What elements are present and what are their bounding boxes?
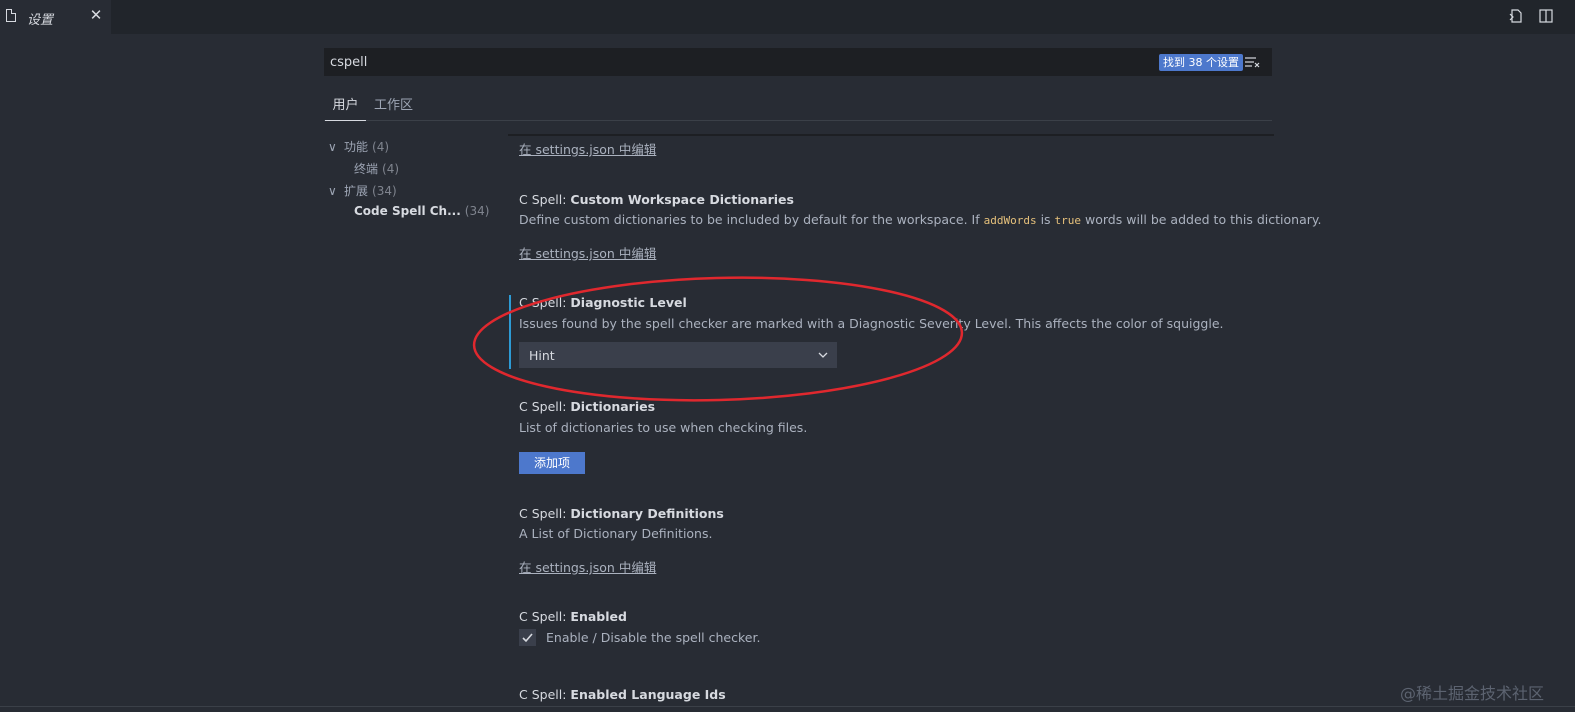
setting-title: C Spell: Enabled bbox=[519, 609, 627, 624]
toc-count: (4) bbox=[372, 140, 390, 154]
toc-item-features[interactable]: ∨ 功能 (4) bbox=[328, 138, 389, 155]
split-editor-icon[interactable] bbox=[1538, 8, 1554, 24]
checkbox-label: Enable / Disable the spell checker. bbox=[546, 630, 761, 645]
file-icon bbox=[6, 9, 16, 22]
chevron-down-icon bbox=[818, 352, 828, 358]
enabled-checkbox[interactable] bbox=[519, 629, 536, 646]
setting-description: Define custom dictionaries to be include… bbox=[519, 212, 1322, 227]
list-top-divider bbox=[508, 134, 1274, 136]
select-value: Hint bbox=[529, 348, 555, 363]
toc-item-terminal[interactable]: 终端 (4) bbox=[354, 160, 399, 177]
add-item-button[interactable]: 添加项 bbox=[519, 452, 585, 474]
settings-search-bar: 找到 38 个设置 bbox=[324, 48, 1272, 76]
edit-in-settings-json-link[interactable]: 在 settings.json 中编辑 bbox=[519, 243, 656, 262]
setting-title: C Spell: Dictionary Definitions bbox=[519, 506, 724, 521]
setting-title: C Spell: Custom Workspace Dictionaries bbox=[519, 192, 794, 207]
toc-label: 终端 bbox=[354, 162, 379, 176]
result-count-badge: 找到 38 个设置 bbox=[1159, 54, 1243, 71]
bottom-border bbox=[0, 706, 1575, 707]
edit-in-settings-json-link[interactable]: 在 settings.json 中编辑 bbox=[519, 557, 656, 576]
setting-description: Issues found by the spell checker are ma… bbox=[519, 316, 1224, 331]
open-settings-json-icon[interactable] bbox=[1508, 8, 1524, 24]
toc-count: (34) bbox=[464, 204, 490, 218]
toc-label: Code Spell Ch... bbox=[354, 204, 461, 218]
setting-title: C Spell: Diagnostic Level bbox=[519, 295, 687, 310]
settings-search-input[interactable] bbox=[330, 48, 1130, 76]
scope-tabs: 用户 工作区 bbox=[324, 94, 1272, 121]
annotation-ellipse bbox=[472, 276, 964, 402]
settings-tab[interactable]: 设置 ✕ bbox=[0, 0, 111, 34]
toc-count: (34) bbox=[372, 184, 397, 198]
setting-description: List of dictionaries to use when checkin… bbox=[519, 420, 808, 435]
clear-filter-icon[interactable] bbox=[1244, 55, 1260, 69]
setting-title: C Spell: Dictionaries bbox=[519, 399, 656, 414]
edit-in-settings-json-link[interactable]: 在 settings.json 中编辑 bbox=[519, 139, 656, 158]
editor-tab-bar: 设置 ✕ bbox=[0, 0, 1575, 34]
toc-count: (4) bbox=[382, 162, 400, 176]
diagnostic-level-select[interactable]: Hint bbox=[519, 342, 837, 368]
watermark: @稀土掘金技术社区 bbox=[1400, 684, 1545, 703]
chevron-down-icon: ∨ bbox=[328, 140, 337, 154]
chevron-down-icon: ∨ bbox=[328, 184, 337, 198]
tab-title: 设置 bbox=[27, 13, 54, 28]
setting-title: C Spell: Enabled Language Ids bbox=[519, 687, 726, 702]
toc-item-extensions[interactable]: ∨ 扩展 (34) bbox=[328, 182, 397, 199]
tab-workspace[interactable]: 工作区 bbox=[374, 94, 413, 120]
checkmark-icon bbox=[522, 633, 533, 643]
close-icon[interactable]: ✕ bbox=[88, 7, 104, 23]
toc-item-code-spell-checker[interactable]: Code Spell Ch... (34) bbox=[354, 204, 489, 218]
setting-description: A List of Dictionary Definitions. bbox=[519, 526, 713, 541]
focused-setting-indicator bbox=[509, 295, 511, 369]
tab-user[interactable]: 用户 bbox=[325, 94, 366, 121]
toc-label: 功能 bbox=[344, 140, 369, 154]
toc-label: 扩展 bbox=[344, 184, 369, 198]
